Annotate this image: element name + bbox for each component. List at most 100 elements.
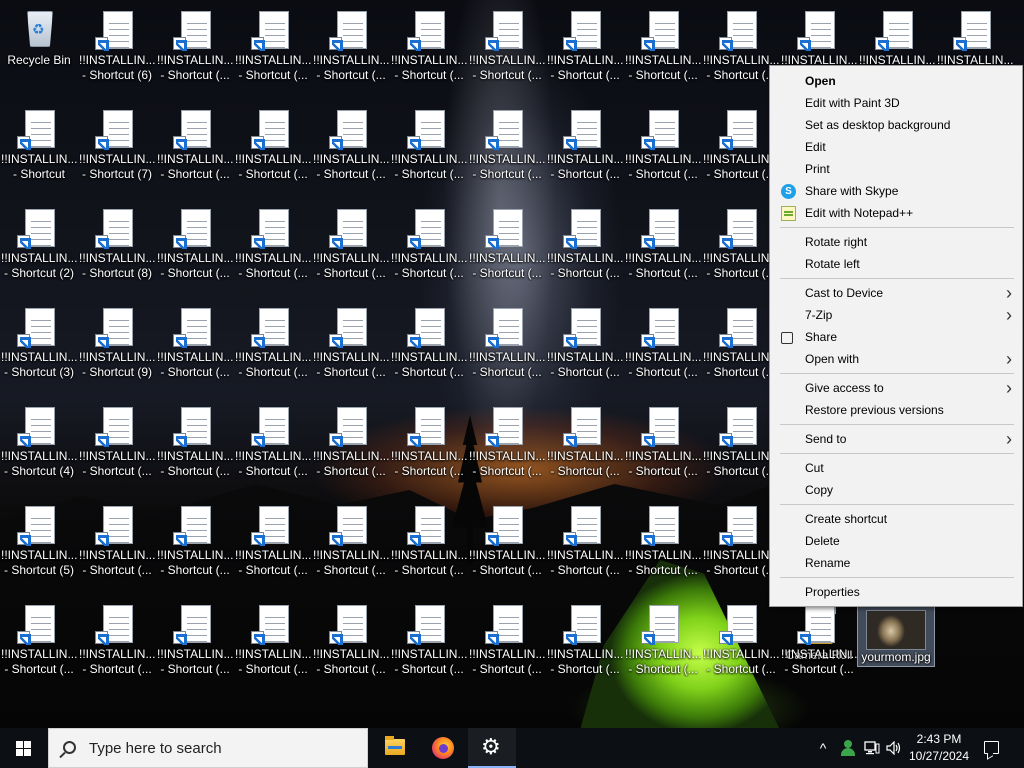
menu-item-cast-to-device[interactable]: Cast to Device ›: [772, 282, 1020, 304]
shortcut-file[interactable]: !!INSTALLIN...- Shortcut (...: [1, 597, 77, 693]
shortcut-file[interactable]: !!INSTALLIN...- Shortcut (...: [469, 300, 545, 396]
shortcut-file[interactable]: !!INSTALLIN...- Shortcut (...: [703, 201, 779, 297]
shortcut-file[interactable]: !!INSTALLIN...- Shortcut (...: [391, 300, 467, 396]
shortcut-file[interactable]: !!INSTALLIN... - Shortcut (6): [79, 3, 155, 99]
menu-item-rotate-left[interactable]: Rotate left: [772, 253, 1020, 275]
shortcut-file[interactable]: !!INSTALLIN...- Shortcut (...: [547, 201, 623, 297]
taskbar-settings[interactable]: ⚙: [468, 728, 516, 768]
shortcut-file[interactable]: !!INSTALLIN... - Shortcut (3): [1, 300, 77, 396]
shortcut-file[interactable]: !!INSTALLIN...- Shortcut (...: [391, 399, 467, 495]
menu-item-send-to[interactable]: Send to ›: [772, 428, 1020, 450]
shortcut-file[interactable]: !!INSTALLIN...- Shortcut (...: [625, 597, 701, 693]
recycle-bin[interactable]: ♻ Recycle Bin: [1, 3, 77, 99]
menu-item-rename[interactable]: Rename: [772, 552, 1020, 574]
menu-item-set-as-desktop-background[interactable]: Set as desktop background: [772, 114, 1020, 136]
shortcut-file[interactable]: !!INSTALLIN...- Shortcut (...: [313, 399, 389, 495]
shortcut-file[interactable]: !!INSTALLIN...- Shortcut (...: [547, 399, 623, 495]
shortcut-file[interactable]: !!INSTALLIN...- Shortcut (...: [235, 3, 311, 99]
shortcut-file[interactable]: !!INSTALLIN...- Shortcut (...: [391, 498, 467, 594]
menu-item-share-with-skype[interactable]: S Share with Skype: [772, 180, 1020, 202]
shortcut-file[interactable]: !!INSTALLIN... - Shortcut (5): [1, 498, 77, 594]
menu-item-print[interactable]: Print: [772, 158, 1020, 180]
shortcut-file[interactable]: !!INSTALLIN...- Shortcut (...: [469, 102, 545, 198]
shortcut-file[interactable]: !!INSTALLIN... - Shortcut (4): [1, 399, 77, 495]
shortcut-file[interactable]: !!INSTALLIN...- Shortcut (...: [157, 300, 233, 396]
shortcut-file[interactable]: !!INSTALLIN...- Shortcut (...: [313, 597, 389, 693]
shortcut-file[interactable]: !!INSTALLIN...- Shortcut (...: [703, 300, 779, 396]
menu-item-open[interactable]: Open: [772, 70, 1020, 92]
menu-item-delete[interactable]: Delete: [772, 530, 1020, 552]
menu-item-give-access-to[interactable]: Give access to ›: [772, 377, 1020, 399]
menu-item-cut[interactable]: Cut: [772, 457, 1020, 479]
menu-item-copy[interactable]: Copy: [772, 479, 1020, 501]
shortcut-file[interactable]: !!INSTALLIN...- Shortcut (...: [703, 597, 779, 693]
system-clock[interactable]: 2:43 PM 10/27/2024: [902, 731, 976, 765]
taskbar-firefox[interactable]: [419, 728, 467, 768]
shortcut-file[interactable]: !!INSTALLIN...- Shortcut (...: [625, 399, 701, 495]
shortcut-file[interactable]: !!INSTALLIN...- Shortcut (...: [625, 3, 701, 99]
shortcut-file[interactable]: !!INSTALLIN...- Shortcut (...: [235, 300, 311, 396]
taskbar-search-box[interactable]: Type here to search: [48, 728, 368, 768]
shortcut-file[interactable]: !!INSTALLIN...- Shortcut (...: [79, 399, 155, 495]
people-icon[interactable]: [841, 740, 855, 756]
shortcut-file[interactable]: !!INSTALLIN...- Shortcut (...: [313, 300, 389, 396]
network-icon[interactable]: [861, 728, 883, 768]
shortcut-file[interactable]: !!INSTALLIN...- Shortcut (...: [235, 102, 311, 198]
shortcut-file[interactable]: !!INSTALLIN...- Shortcut (...: [703, 102, 779, 198]
shortcut-file[interactable]: !!INSTALLIN...- Shortcut (...: [235, 597, 311, 693]
shortcut-file[interactable]: !!INSTALLIN...- Shortcut (...: [391, 597, 467, 693]
shortcut-file[interactable]: !!INSTALLIN...- Shortcut (...: [703, 3, 779, 99]
shortcut-file[interactable]: !!INSTALLIN...- Shortcut (...: [313, 498, 389, 594]
shortcut-file[interactable]: !!INSTALLIN...- Shortcut (...: [235, 399, 311, 495]
shortcut-file[interactable]: !!INSTALLIN...- Shortcut (...: [391, 201, 467, 297]
shortcut-file[interactable]: !!INSTALLIN...- Shortcut (...: [625, 201, 701, 297]
menu-item-edit[interactable]: Edit: [772, 136, 1020, 158]
shortcut-file[interactable]: !!INSTALLIN...- Shortcut (...: [625, 498, 701, 594]
menu-item-edit-with-notepad[interactable]: Edit with Notepad++: [772, 202, 1020, 224]
shortcut-file[interactable]: !!INSTALLIN...- Shortcut (...: [79, 597, 155, 693]
shortcut-file[interactable]: !!INSTALLIN...- Shortcut (...: [313, 201, 389, 297]
shortcut-file[interactable]: !!INSTALLIN...- Shortcut (...: [703, 498, 779, 594]
shortcut-file[interactable]: !!INSTALLIN...- Shortcut (...: [235, 498, 311, 594]
shortcut-file[interactable]: !!INSTALLIN...- Shortcut (...: [391, 3, 467, 99]
shortcut-file[interactable]: !!INSTALLIN...- Shortcut (...: [469, 201, 545, 297]
menu-item-rotate-right[interactable]: Rotate right: [772, 231, 1020, 253]
shortcut-file[interactable]: !!INSTALLIN...- Shortcut (...: [547, 3, 623, 99]
shortcut-file[interactable]: !!INSTALLIN...- Shortcut (...: [703, 399, 779, 495]
shortcut-file[interactable]: !!INSTALLIN... - Shortcut (8): [79, 201, 155, 297]
yourmom-jpg-file[interactable]: yourmom.jpg: [857, 605, 935, 667]
shortcut-file[interactable]: !!INSTALLIN...- Shortcut (...: [469, 3, 545, 99]
shortcut-file[interactable]: !!INSTALLIN...- Shortcut (...: [547, 102, 623, 198]
shortcut-file[interactable]: !!INSTALLIN... - Shortcut: [1, 102, 77, 198]
shortcut-file[interactable]: !!INSTALLIN...- Shortcut (...: [547, 597, 623, 693]
action-center-notification-icon[interactable]: [984, 741, 999, 754]
taskbar-file-explorer[interactable]: [371, 728, 419, 768]
show-hidden-icons-chevron[interactable]: ^: [812, 728, 834, 768]
menu-item-properties[interactable]: Properties: [772, 581, 1020, 603]
shortcut-file[interactable]: !!INSTALLIN... - Shortcut (9): [79, 300, 155, 396]
shortcut-file[interactable]: !!INSTALLIN...- Shortcut (...: [469, 498, 545, 594]
shortcut-file[interactable]: !!INSTALLIN...- Shortcut (...: [313, 102, 389, 198]
shortcut-file[interactable]: !!INSTALLIN...- Shortcut (...: [157, 201, 233, 297]
shortcut-file[interactable]: !!INSTALLIN... - Shortcut (2): [1, 201, 77, 297]
start-button[interactable]: [0, 728, 48, 768]
menu-item-create-shortcut[interactable]: Create shortcut: [772, 508, 1020, 530]
shortcut-file[interactable]: !!INSTALLIN...- Shortcut (...: [547, 300, 623, 396]
shortcut-file[interactable]: !!INSTALLIN...- Shortcut (...: [157, 102, 233, 198]
shortcut-file[interactable]: !!INSTALLIN...- Shortcut (...: [79, 498, 155, 594]
shortcut-file[interactable]: !!INSTALLIN...- Shortcut (...: [157, 597, 233, 693]
shortcut-file[interactable]: !!INSTALLIN...- Shortcut (...: [781, 597, 857, 693]
menu-item-edit-with-paint-3d[interactable]: Edit with Paint 3D: [772, 92, 1020, 114]
shortcut-file[interactable]: !!INSTALLIN...- Shortcut (...: [625, 300, 701, 396]
shortcut-file[interactable]: !!INSTALLIN...- Shortcut (...: [469, 597, 545, 693]
shortcut-file[interactable]: !!INSTALLIN...- Shortcut (...: [157, 498, 233, 594]
menu-item-7-zip[interactable]: 7-Zip ›: [772, 304, 1020, 326]
menu-item-open-with[interactable]: Open with ›: [772, 348, 1020, 370]
shortcut-file[interactable]: !!INSTALLIN...- Shortcut (...: [313, 3, 389, 99]
shortcut-file[interactable]: !!INSTALLIN...- Shortcut (...: [157, 399, 233, 495]
menu-item-restore-previous-versions[interactable]: Restore previous versions: [772, 399, 1020, 421]
shortcut-file[interactable]: !!INSTALLIN...- Shortcut (...: [469, 399, 545, 495]
shortcut-file[interactable]: !!INSTALLIN...- Shortcut (...: [391, 102, 467, 198]
shortcut-file[interactable]: !!INSTALLIN...- Shortcut (...: [235, 201, 311, 297]
shortcut-file[interactable]: !!INSTALLIN...- Shortcut (...: [625, 102, 701, 198]
